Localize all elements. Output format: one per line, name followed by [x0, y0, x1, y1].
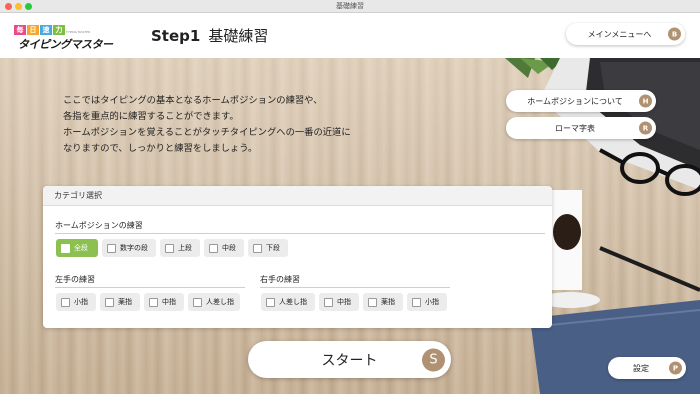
checkbox-icon: [193, 297, 202, 307]
option-label: 上段: [178, 244, 192, 252]
option-top-row[interactable]: 上段: [160, 239, 200, 257]
checkbox-icon: [412, 297, 421, 307]
checkbox-icon: [61, 297, 70, 307]
checkbox-icon: [107, 243, 116, 253]
option-left-pinky[interactable]: 小指: [56, 293, 96, 311]
romaji-table-label: ローマ字表: [555, 123, 595, 133]
option-label: 下段: [266, 244, 280, 252]
option-bottom-row[interactable]: 下段: [248, 239, 288, 257]
shortcut-key-badge: B: [668, 27, 681, 41]
option-label: 数字の段: [120, 244, 148, 252]
logo-subtitle: TYPING MASTER: [66, 30, 91, 34]
home-position-label: ホームポジションについて: [527, 96, 623, 106]
step-label: Step1: [151, 27, 201, 45]
intro-line: ここではタイピングの基本となるホームポジションの練習や、: [63, 95, 323, 106]
option-label: 全段: [74, 244, 88, 252]
section-divider: [55, 233, 545, 234]
option-label: 中段: [222, 244, 236, 252]
option-label: 人差し指: [279, 298, 307, 306]
main-menu-button[interactable]: メインメニューへ B: [566, 23, 685, 45]
left-hand-section-title: 左手の練習: [55, 275, 95, 284]
intro-line: 各指を重点的に練習することができます。: [63, 111, 239, 122]
start-label: スタート: [321, 352, 378, 369]
intro-text: ここではタイピングの基本となるホームポジションの練習や、 各指を重点的に練習する…: [63, 93, 351, 157]
option-label: 中指: [162, 298, 176, 306]
option-label: 小指: [425, 298, 439, 306]
checkbox-icon: [149, 297, 158, 307]
option-right-middle[interactable]: 中指: [319, 293, 359, 311]
settings-button[interactable]: 設定 P: [608, 357, 686, 379]
option-all-rows[interactable]: 全段: [56, 239, 98, 257]
checkbox-icon: [324, 297, 333, 307]
intro-line: ホームポジションを覚えることがタッチタイピングへの一番の近道に: [63, 127, 351, 138]
checkbox-icon: [209, 243, 218, 253]
intro-line: なりますので、しっかりと練習をしましょう。: [63, 143, 258, 154]
shortcut-key-badge: S: [422, 348, 445, 371]
option-label: 薬指: [118, 298, 132, 306]
logo-title: タイピングマスター: [18, 38, 113, 51]
section-divider: [55, 287, 245, 288]
home-position-button[interactable]: ホームポジションについて H: [506, 90, 656, 112]
notebook-decoration: [530, 300, 700, 394]
page-title: Step1 基礎練習: [151, 25, 268, 46]
section-divider: [260, 287, 450, 288]
shortcut-key-badge: H: [639, 94, 652, 108]
option-left-middle[interactable]: 中指: [144, 293, 184, 311]
checkbox-icon: [266, 297, 275, 307]
option-left-index[interactable]: 人差し指: [188, 293, 240, 311]
option-right-pinky[interactable]: 小指: [407, 293, 447, 311]
category-panel-title: カテゴリ選択: [43, 186, 552, 206]
checkbox-icon: [105, 297, 114, 307]
logo-box: 力: [53, 25, 65, 35]
checkbox-icon: [61, 243, 70, 253]
main-menu-label: メインメニューへ: [587, 29, 652, 39]
right-hand-section-title: 右手の練習: [260, 275, 300, 284]
category-panel: カテゴリ選択 ホームポジションの練習 全段 数字の段 上段 中段 下段 左手の練…: [43, 186, 552, 328]
window-title: 基礎練習: [336, 2, 364, 10]
option-right-index[interactable]: 人差し指: [261, 293, 315, 311]
shortcut-key-badge: R: [639, 121, 652, 135]
logo-box: 速: [40, 25, 52, 35]
settings-label: 設定: [633, 363, 649, 373]
home-position-section-title: ホームポジションの練習: [55, 221, 143, 230]
logo-boxes: 毎 日 速 力: [14, 25, 65, 35]
pen-decoration: [599, 246, 700, 292]
checkbox-icon: [165, 243, 174, 253]
logo-box: 毎: [14, 25, 26, 35]
option-left-ring[interactable]: 薬指: [100, 293, 140, 311]
option-right-ring[interactable]: 薬指: [363, 293, 403, 311]
checkbox-icon: [253, 243, 262, 253]
start-button[interactable]: スタート S: [248, 341, 451, 378]
logo-box: 日: [27, 25, 39, 35]
option-label: 中指: [337, 298, 351, 306]
romaji-table-button[interactable]: ローマ字表 R: [506, 117, 656, 139]
checkbox-icon: [368, 297, 377, 307]
option-label: 人差し指: [206, 298, 234, 306]
shortcut-key-badge: P: [669, 361, 682, 375]
app-logo: 毎 日 速 力 TYPING MASTER タイピングマスター: [14, 25, 114, 51]
option-label: 薬指: [381, 298, 395, 306]
option-label: 小指: [74, 298, 88, 306]
option-middle-row[interactable]: 中段: [204, 239, 244, 257]
window-titlebar: 基礎練習: [0, 0, 700, 13]
page-title-text: 基礎練習: [208, 27, 269, 45]
option-number-row[interactable]: 数字の段: [102, 239, 156, 257]
